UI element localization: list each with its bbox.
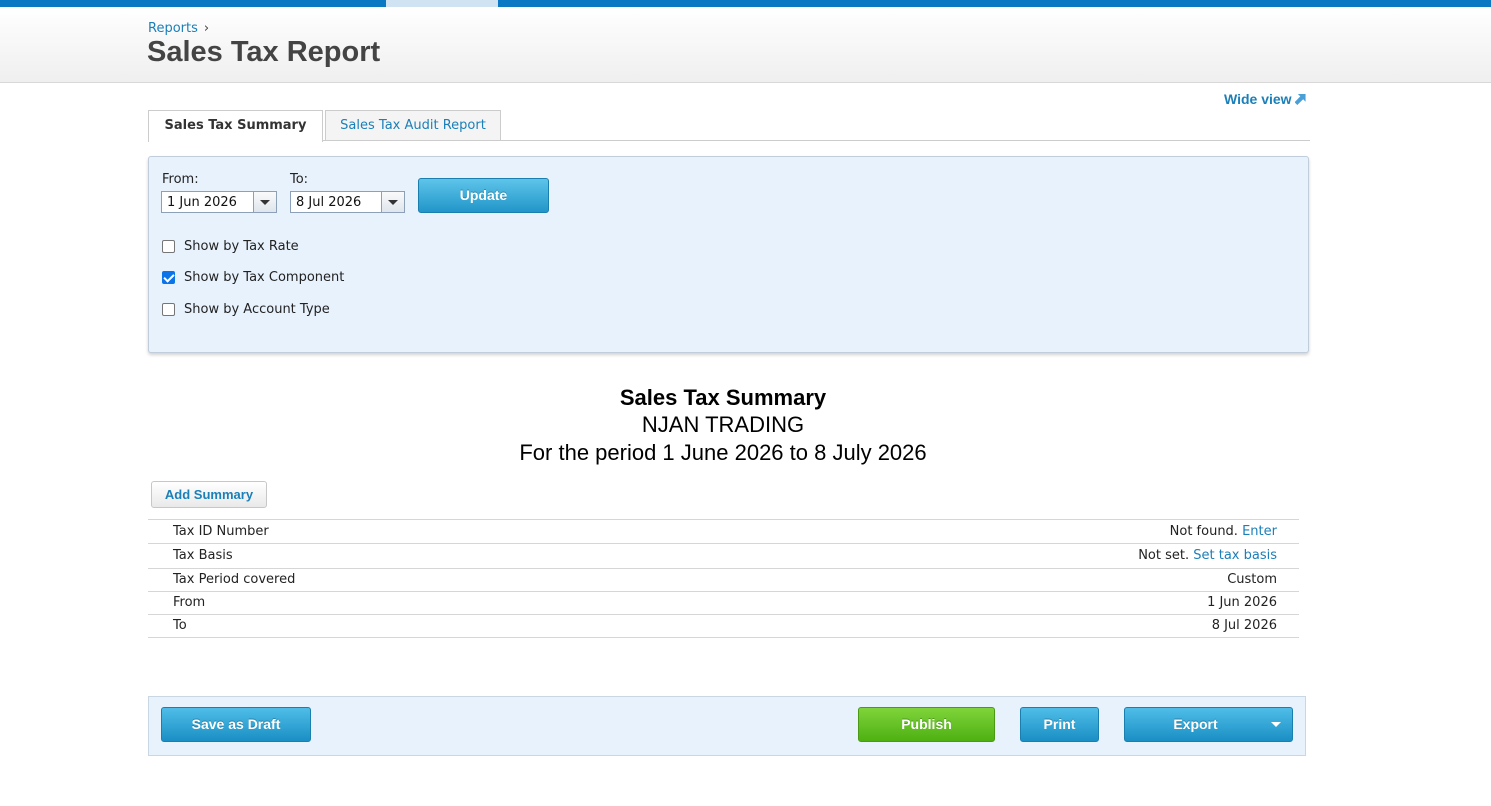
table-row: Tax ID Number Not found. Enter (148, 520, 1299, 544)
row-value: 1 Jun 2026 (1207, 595, 1277, 610)
from-label: From: (162, 172, 199, 187)
tab-sales-tax-audit-report[interactable]: Sales Tax Audit Report (325, 110, 501, 140)
row-value: Not set. Set tax basis (1138, 548, 1277, 563)
wide-view-label: Wide view (1224, 91, 1292, 107)
tax-basis-status: Not set. (1138, 548, 1190, 563)
top-accent-bar (0, 0, 1491, 7)
table-row: Tax Basis Not set. Set tax basis (148, 544, 1299, 569)
row-key: Tax ID Number (173, 524, 269, 539)
publish-button[interactable]: Publish (858, 707, 995, 742)
row-key: To (173, 618, 187, 633)
show-by-tax-component-checkbox[interactable] (162, 271, 175, 284)
tab-sales-tax-summary[interactable]: Sales Tax Summary (148, 110, 323, 142)
active-nav-indicator (386, 0, 498, 7)
show-by-tax-rate-checkbox[interactable] (162, 240, 175, 253)
to-date-value: 8 Jul 2026 (296, 195, 362, 210)
row-value: 8 Jul 2026 (1211, 618, 1277, 633)
to-label: To: (290, 172, 309, 187)
from-date-value: 1 Jun 2026 (167, 195, 237, 210)
table-row: From 1 Jun 2026 (148, 592, 1299, 615)
show-by-account-type-checkbox[interactable] (162, 303, 175, 316)
row-key: Tax Basis (173, 548, 233, 563)
breadcrumb: Reports › (148, 21, 209, 36)
table-row: Tax Period covered Custom (148, 569, 1299, 592)
to-date-dropdown-icon[interactable] (381, 192, 404, 212)
breadcrumb-reports-link[interactable]: Reports (148, 21, 198, 36)
export-dropdown-icon[interactable] (1271, 722, 1281, 727)
report-period: For the period 1 June 2026 to 8 July 202… (519, 440, 927, 465)
from-date-field[interactable]: 1 Jun 2026 (161, 191, 277, 213)
report-title: Sales Tax Summary (619, 385, 827, 410)
filter-panel (148, 156, 1309, 353)
show-by-account-type-label[interactable]: Show by Account Type (184, 302, 330, 317)
to-date-field[interactable]: 8 Jul 2026 (290, 191, 405, 213)
tax-id-status: Not found. (1169, 524, 1238, 539)
row-value: Not found. Enter (1170, 524, 1277, 539)
export-button[interactable]: Export (1124, 707, 1293, 742)
show-by-tax-component-label[interactable]: Show by Tax Component (184, 270, 344, 285)
breadcrumb-separator-icon: › (203, 21, 210, 36)
show-by-tax-rate-label[interactable]: Show by Tax Rate (184, 239, 299, 254)
set-tax-basis-link[interactable]: Set tax basis (1193, 548, 1277, 563)
update-button[interactable]: Update (418, 178, 549, 213)
report-company: NJAN TRADING (641, 412, 805, 437)
expand-arrow-icon (1294, 94, 1306, 105)
summary-table: Tax ID Number Not found. Enter Tax Basis… (148, 519, 1299, 638)
row-value: Custom (1227, 572, 1277, 587)
add-summary-button[interactable]: Add Summary (151, 481, 267, 508)
table-row: To 8 Jul 2026 (148, 615, 1299, 638)
print-button[interactable]: Print (1020, 707, 1099, 742)
row-key: Tax Period covered (173, 572, 296, 587)
page-title: Sales Tax Report (147, 36, 381, 68)
wide-view-link[interactable]: Wide view (1224, 91, 1306, 107)
from-date-dropdown-icon[interactable] (253, 192, 276, 212)
row-key: From (173, 595, 206, 610)
save-as-draft-button[interactable]: Save as Draft (161, 707, 311, 742)
enter-tax-id-link[interactable]: Enter (1242, 524, 1277, 539)
